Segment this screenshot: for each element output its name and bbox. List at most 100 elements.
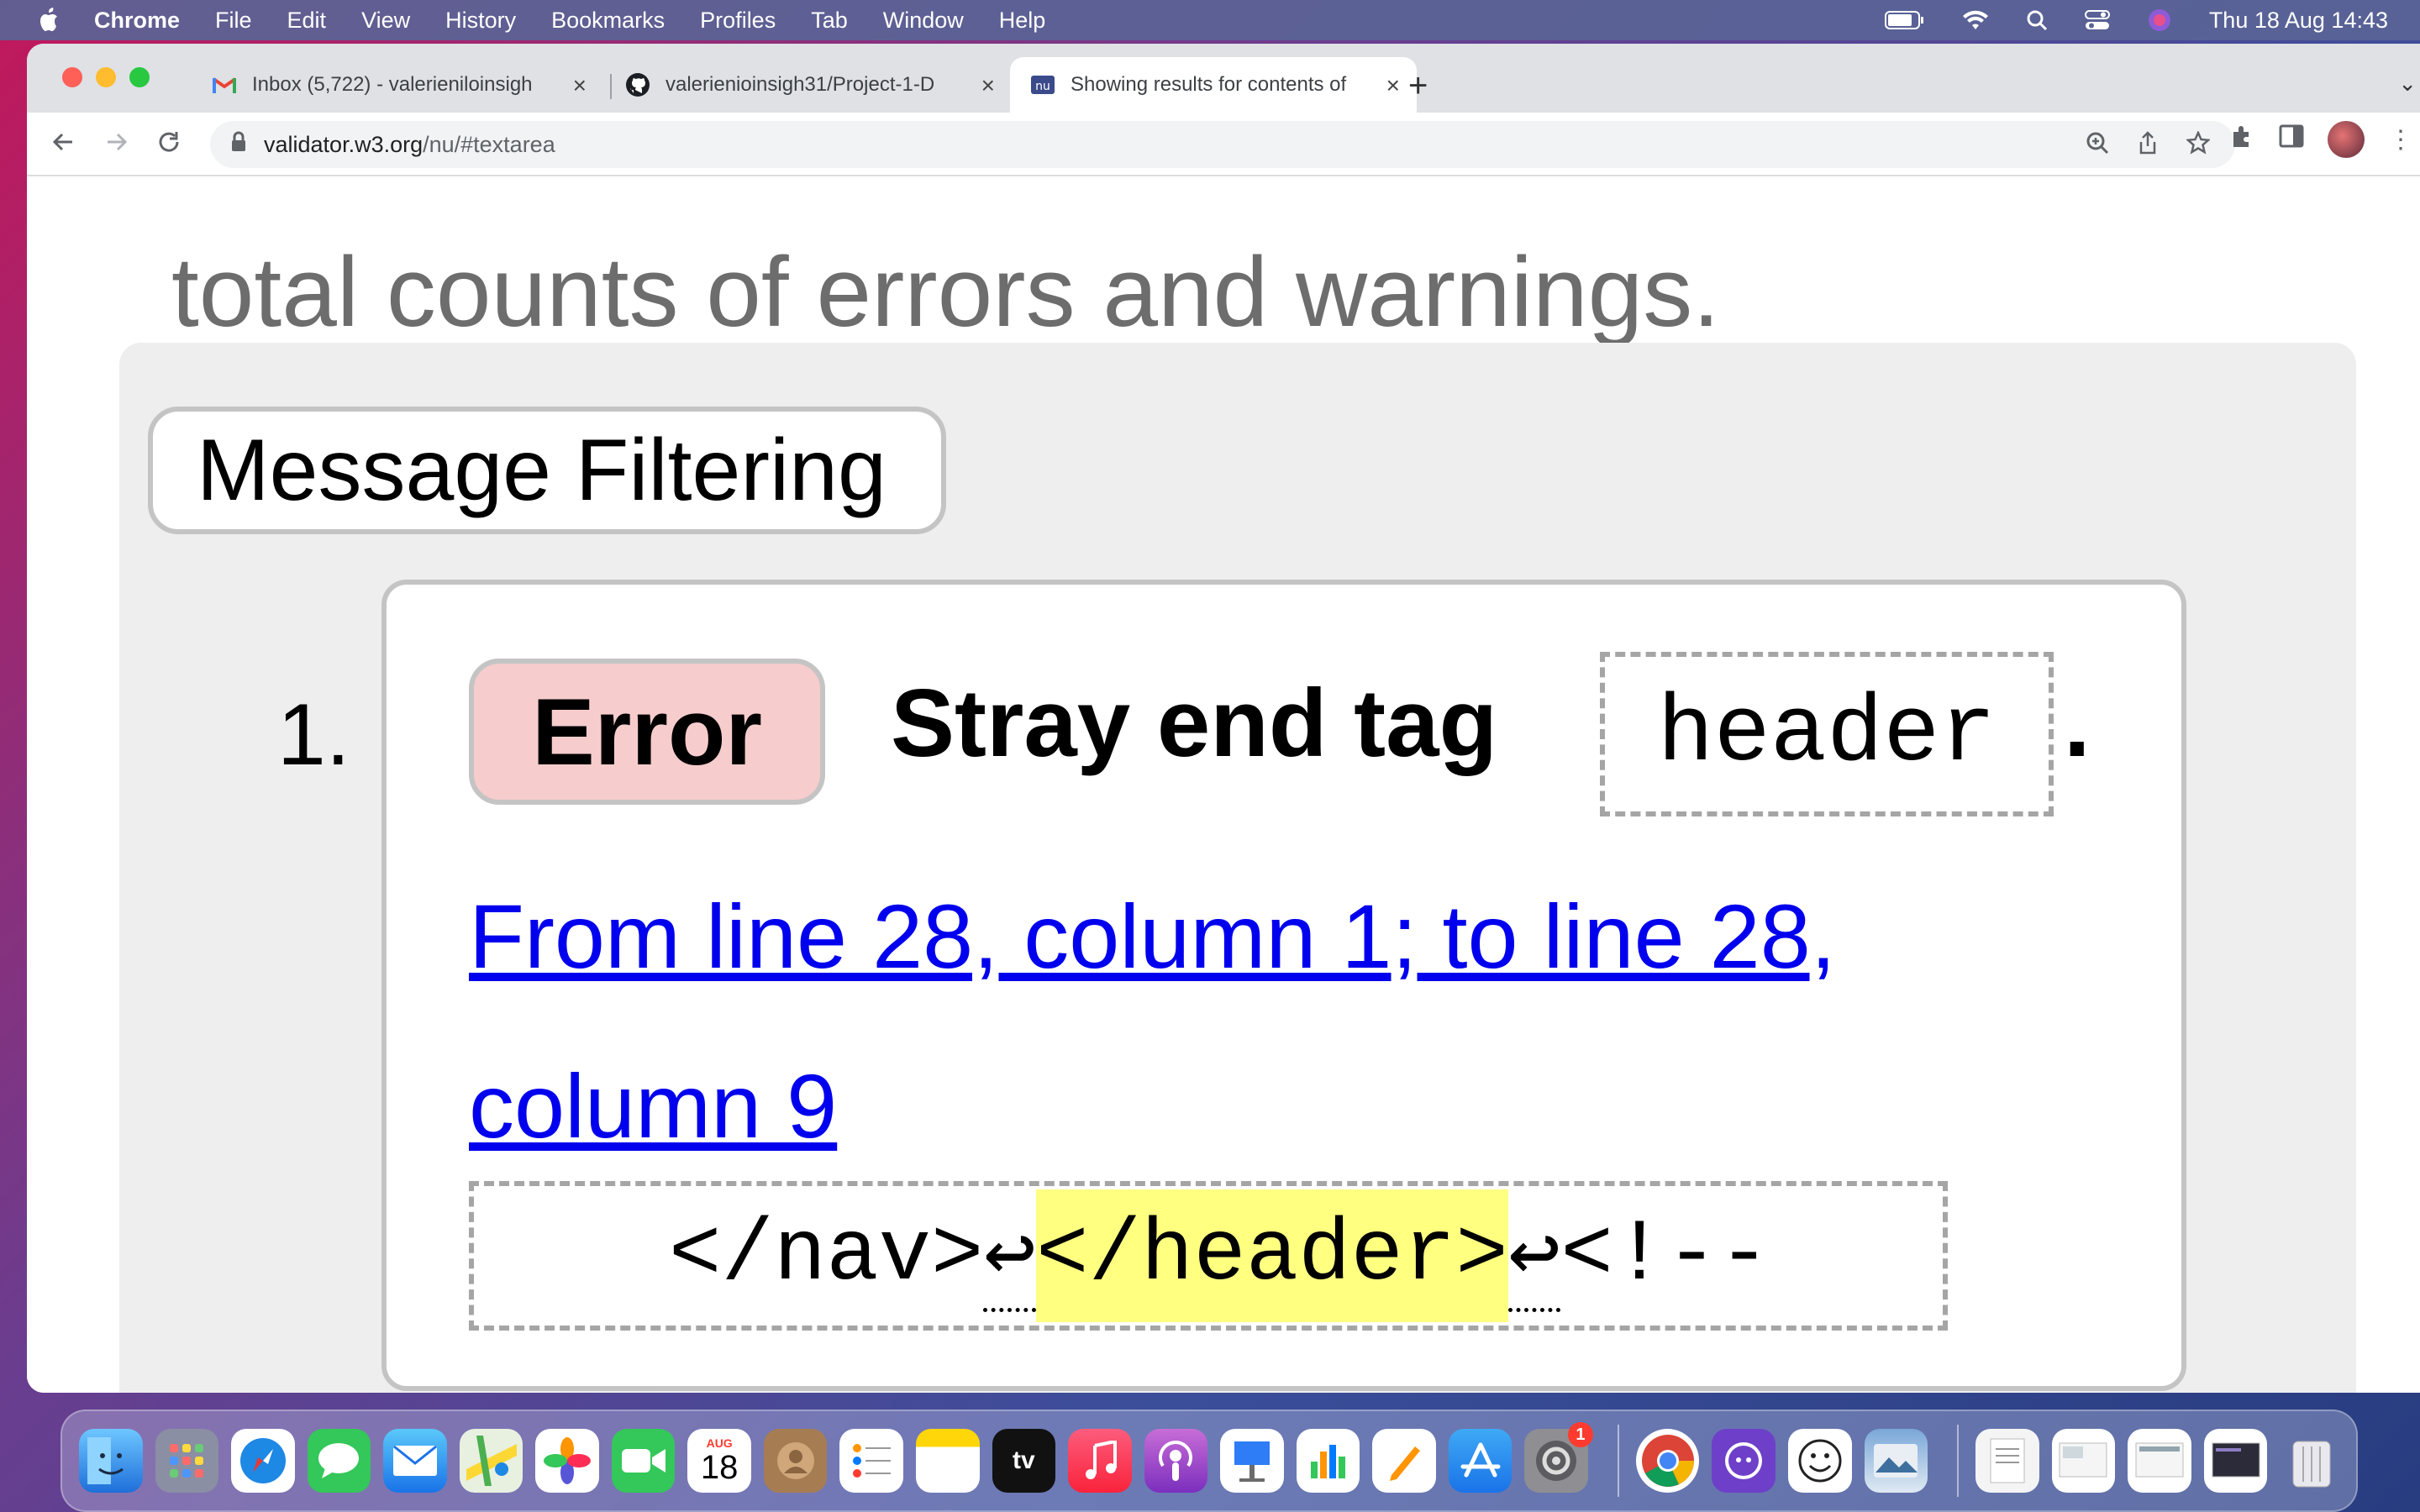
reminders-icon[interactable] [839,1429,904,1493]
dock-divider [1957,1425,1960,1497]
menu-bookmarks[interactable]: Bookmarks [551,8,665,34]
menu-help[interactable]: Help [999,8,1046,34]
close-tab-icon[interactable]: × [1386,72,1400,99]
forward-button[interactable] [104,129,129,162]
extract-highlight: </header> [1036,1189,1508,1322]
chrome-menu-kebab-icon[interactable]: ⋮ [2388,125,2413,155]
minimize-window-button[interactable] [96,67,116,87]
smiley-app-icon[interactable] [1788,1429,1852,1493]
lock-icon[interactable] [230,131,247,159]
tab-gmail[interactable]: Inbox (5,722) - valerieniloinsigh × [192,57,603,113]
menu-tab[interactable]: Tab [811,8,848,34]
notification-badge: 1 [1567,1422,1593,1447]
tab-title: Inbox (5,722) - valerieniloinsigh [252,73,533,96]
source-location-link[interactable]: From line 28, column 1; to line 28, colu… [469,852,2032,1191]
pages-icon[interactable] [1372,1429,1436,1493]
zoom-icon[interactable] [2086,131,2109,160]
menu-file[interactable]: File [215,8,252,34]
podcasts-icon[interactable] [1144,1429,1208,1493]
downloads-stack-icon[interactable] [2051,1429,2116,1493]
back-button[interactable] [50,129,76,162]
notes-icon[interactable] [916,1429,980,1493]
w3c-validator-icon: nu [1030,72,1055,97]
error-badge: Error [469,659,825,805]
menu-app-chrome[interactable]: Chrome [94,8,180,34]
reload-button[interactable] [156,129,182,162]
battery-icon[interactable] [1884,10,1925,30]
menubar-clock[interactable]: Thu 18 Aug 14:43 [2209,8,2388,34]
element-code: header [1600,652,2054,816]
messages-icon[interactable] [307,1429,371,1493]
facetime-icon[interactable] [611,1429,676,1493]
calendar-day: 18 [700,1449,739,1486]
wifi-icon[interactable] [1962,9,1989,31]
message-period: . [2064,670,2091,777]
app-store-icon[interactable] [1448,1429,1512,1493]
share-icon[interactable] [2138,131,2158,160]
svg-text:nu: nu [1035,80,1050,93]
safari-icon[interactable] [231,1429,295,1493]
toolbar-right-actions: ⋮ [2207,121,2420,158]
window-controls [62,67,163,87]
zoom-window-button[interactable] [129,67,150,87]
close-tab-icon[interactable]: × [981,72,995,99]
menu-edit[interactable]: Edit [287,8,327,34]
close-window-button[interactable] [62,67,82,87]
macos-menu-bar: Chrome File Edit View History Bookmarks … [0,0,2420,40]
close-tab-icon[interactable]: × [573,72,587,99]
browser-toolbar: validator.w3.org/nu/#textarea ⋮ [27,113,2420,176]
screenshot-stack-icon[interactable] [2128,1429,2191,1493]
siri-icon[interactable] [2147,8,2172,33]
url-host: validator.w3.org [264,131,424,157]
trash-icon[interactable] [2280,1429,2344,1493]
control-center-icon[interactable] [2084,9,2110,31]
address-bar[interactable]: validator.w3.org/nu/#textarea [210,121,2235,168]
mail-icon[interactable] [383,1429,447,1493]
tab-title: Showing results for contents of [1071,73,1347,96]
menu-window[interactable]: Window [883,8,964,34]
finder-icon[interactable] [79,1429,143,1493]
source-extract: </nav> ↩ </header> ↩ <!-- [469,1181,1948,1331]
dock-divider [1617,1425,1619,1497]
tab-title: valerienioinsigh31/Project-1-D [666,73,935,96]
music-icon[interactable] [1068,1429,1132,1493]
new-tab-button[interactable]: + [1408,67,1428,105]
calendar-month: AUG [706,1436,733,1450]
launchpad-icon[interactable] [155,1429,219,1493]
calendar-icon[interactable]: AUG 18 [687,1429,751,1493]
tab-validator-results[interactable]: nu Showing results for contents of × [1010,57,1417,113]
keynote-icon[interactable] [1220,1429,1284,1493]
system-preferences-icon[interactable]: 1 [1524,1422,1593,1493]
line-feed-marker: ↩ [1507,1200,1561,1312]
chrome-icon[interactable] [1635,1429,1700,1493]
results-heading-fragment: total counts of errors and warnings. [171,237,1721,348]
contacts-icon[interactable] [763,1429,828,1493]
photos-icon[interactable] [535,1429,599,1493]
extract-after: <!-- [1560,1206,1771,1305]
extensions-puzzle-icon[interactable] [2230,123,2255,155]
tab-search-chevron-icon[interactable]: ⌄ [2398,71,2417,97]
profile-avatar[interactable] [2328,121,2365,158]
menu-profiles[interactable]: Profiles [700,8,776,34]
github-desktop-icon[interactable] [1712,1429,1776,1493]
tab-strip: Inbox (5,722) - valerieniloinsigh × vale… [27,44,2420,113]
preview-icon[interactable] [1864,1429,1928,1493]
validation-message-item: 1. Error Stray end tag header . From lin… [277,580,2186,1391]
macos-dock: AUG 18 tv 1 [60,1410,2358,1512]
numbers-icon[interactable] [1296,1429,1360,1493]
message-filtering-legend[interactable]: Message Filtering [148,407,946,534]
results-panel: Message Filtering 1. Error Stray end tag… [119,343,2356,1393]
chrome-window: Inbox (5,722) - valerieniloinsigh × vale… [27,44,2420,1393]
menu-view[interactable]: View [361,8,410,34]
recent-document-icon[interactable] [1975,1429,2039,1493]
spotlight-search-icon[interactable] [2026,9,2048,31]
line-feed-marker: ↩ [983,1200,1037,1312]
window-thumbnail-icon[interactable] [2203,1429,2268,1493]
apple-menu-icon[interactable] [35,6,64,34]
maps-icon[interactable] [459,1429,523,1493]
apple-tv-icon[interactable]: tv [992,1429,1056,1493]
menu-history[interactable]: History [445,8,516,34]
menubar-status-area: Thu 18 Aug 14:43 [1848,0,2388,40]
tab-github[interactable]: valerienioinsigh31/Project-1-D × [605,57,1012,113]
side-panel-icon[interactable] [2279,124,2304,155]
